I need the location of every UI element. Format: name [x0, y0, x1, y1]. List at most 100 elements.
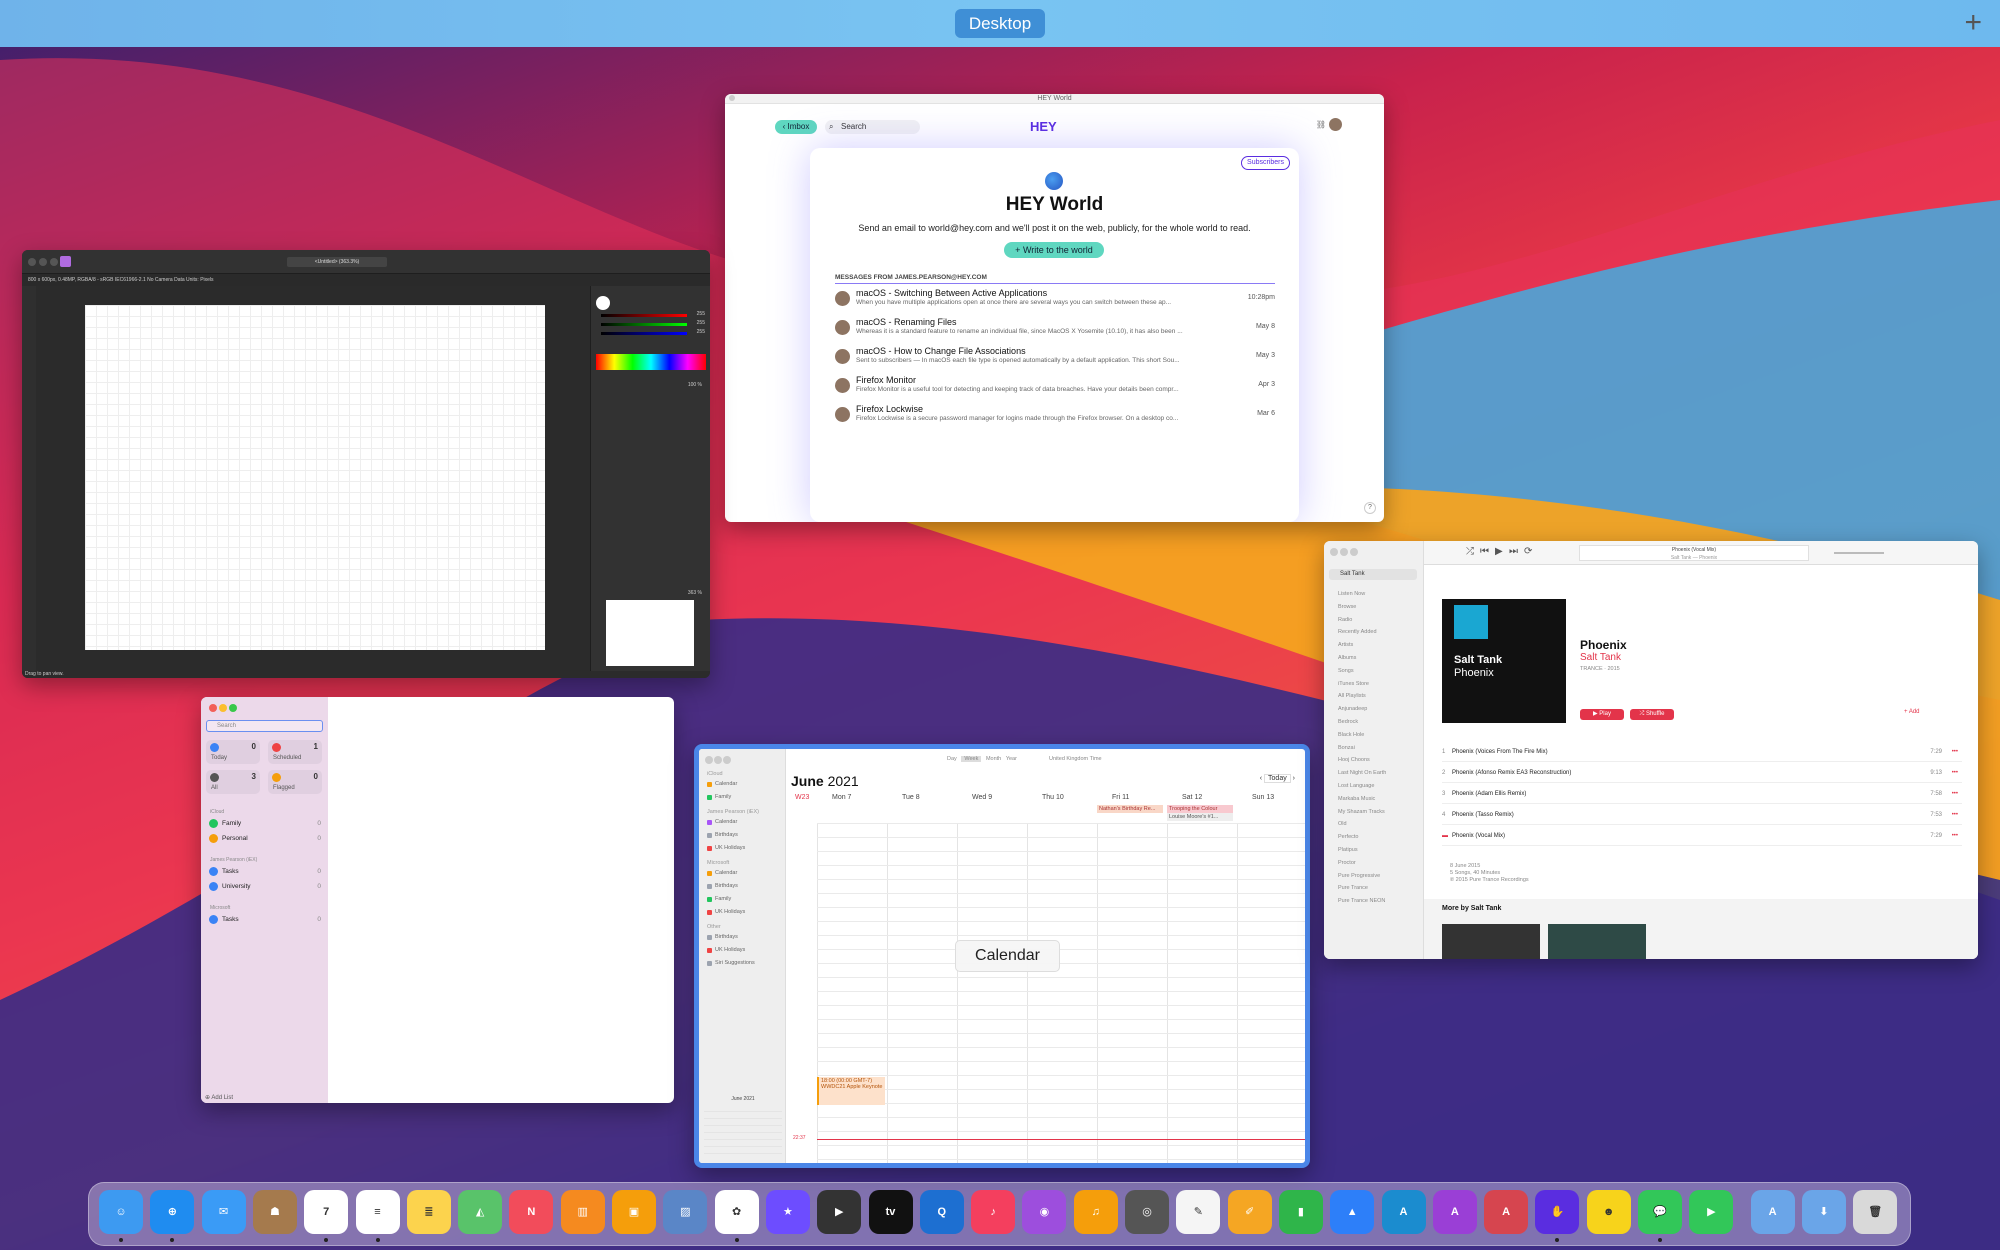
view-month[interactable]: Month: [986, 756, 1001, 762]
message-row[interactable]: Firefox Lockwise Firefox Lockwise is a se…: [835, 404, 1275, 430]
dock-podcasts-icon[interactable]: ◉: [1022, 1190, 1067, 1234]
dock-imovie-icon[interactable]: ★: [765, 1190, 810, 1234]
smart-list-flagged[interactable]: 0 Flagged: [268, 770, 322, 794]
calendar-item[interactable]: Family: [707, 794, 731, 800]
dock-pages-icon[interactable]: ✐: [1227, 1190, 1272, 1234]
calendar-item[interactable]: UK Holidays: [707, 947, 745, 953]
sidebar-item[interactable]: Bonzai: [1330, 742, 1386, 755]
imbox-button[interactable]: ‹ Imbox: [775, 120, 817, 134]
more-icon[interactable]: •••: [1952, 742, 1958, 762]
dock-books-icon[interactable]: ▥: [560, 1190, 605, 1234]
album-artwork[interactable]: Salt Tank Phoenix: [1442, 599, 1566, 723]
list-item[interactable]: Family 0: [209, 818, 321, 829]
list-item[interactable]: Personal 0: [209, 833, 321, 844]
day-header[interactable]: Tue 8: [902, 794, 920, 801]
calendar-item[interactable]: Calendar: [707, 781, 737, 787]
sidebar-item[interactable]: Pure Trance: [1330, 882, 1386, 895]
dock-keynote-reader-icon[interactable]: ▣: [612, 1190, 656, 1234]
now-playing-display[interactable]: Phoenix (Vocal Mix) Salt Tank — Phoenix: [1579, 545, 1809, 561]
dock-final-cut-pro-icon[interactable]: ▶: [817, 1190, 862, 1234]
list-item[interactable]: Tasks 0: [209, 914, 321, 925]
dock-textedit-icon[interactable]: ✎: [1176, 1190, 1221, 1234]
dock-compressor-icon[interactable]: ◎: [1125, 1190, 1169, 1234]
smart-list-today[interactable]: 0 Today: [206, 740, 260, 764]
blue-slider[interactable]: [601, 332, 687, 335]
link-icon[interactable]: ⛓: [1316, 120, 1326, 129]
avatar[interactable]: [1329, 118, 1342, 131]
calendar-item[interactable]: Calendar: [707, 819, 737, 825]
sidebar-item[interactable]: Hooj Choons: [1330, 754, 1386, 767]
navigator-preview[interactable]: [606, 600, 694, 666]
shuffle-icon[interactable]: ⤮: [1466, 546, 1474, 557]
dock-affinity-publisher-icon[interactable]: A: [1484, 1190, 1529, 1234]
shuffle-button[interactable]: ⤮ Shuffle: [1630, 709, 1674, 720]
calendar-item[interactable]: Birthdays: [707, 883, 738, 889]
smart-list-all[interactable]: 3 All: [206, 770, 260, 794]
desktop-space-label[interactable]: Desktop: [955, 9, 1045, 38]
day-header[interactable]: Mon 7: [832, 794, 851, 801]
calendar-item[interactable]: Siri Suggestions: [707, 960, 755, 966]
zoom-icon[interactable]: [723, 756, 731, 764]
mini-month-grid[interactable]: [704, 1105, 782, 1155]
affinity-photo-window[interactable]: <Untitled> (363.3%) 800 x 600px, 0.48MP,…: [22, 250, 710, 678]
dock-affinity-designer-icon[interactable]: A: [1381, 1190, 1426, 1234]
calendar-item[interactable]: Calendar: [707, 870, 737, 876]
sidebar-item[interactable]: Last Night On Earth: [1330, 767, 1386, 780]
sidebar-item[interactable]: Black Hole: [1330, 729, 1386, 742]
more-icon[interactable]: •••: [1952, 826, 1958, 846]
document-canvas[interactable]: [85, 305, 545, 650]
reminders-window[interactable]: Search 0 Today 1 Scheduled 3 All 0 Flagged i…: [201, 697, 674, 1103]
sidebar-item[interactable]: Markaba Music: [1330, 793, 1386, 806]
dock-music-icon[interactable]: ♪: [971, 1190, 1016, 1234]
timed-event[interactable]: 18:00 (00:00 GMT-7) WWDC21 Apple Keynote: [817, 1077, 885, 1105]
day-header[interactable]: Sun 13: [1252, 794, 1274, 801]
previous-icon[interactable]: ⏮: [1480, 546, 1489, 557]
today-button[interactable]: ‹ Today ›: [1260, 774, 1295, 783]
more-icon[interactable]: •••: [1952, 763, 1958, 783]
close-icon[interactable]: [705, 756, 713, 764]
table-row[interactable]: ▬ Phoenix (Vocal Mix) 7:29 •••: [1442, 826, 1962, 846]
sidebar-item[interactable]: Radio: [1330, 614, 1386, 627]
calendar-window[interactable]: iCloud Calendar Family James Pearson (iE…: [694, 744, 1310, 1168]
dock-preview-icon[interactable]: ▨: [663, 1190, 708, 1234]
day-header[interactable]: Fri 11: [1112, 794, 1129, 801]
document-title[interactable]: <Untitled> (363.3%): [287, 257, 387, 267]
sidebar-item[interactable]: My Shazam Tracks: [1330, 806, 1386, 819]
sidebar-item[interactable]: iTunes Store: [1330, 678, 1386, 691]
dock-reminders-icon[interactable]: ≡: [355, 1190, 400, 1234]
table-row[interactable]: 2 Phoenix (Afonso Remix EA3 Reconstructio…: [1442, 763, 1962, 783]
volume-slider[interactable]: [1834, 552, 1884, 554]
calendar-item[interactable]: UK Holidays: [707, 845, 745, 851]
dock-maps-icon[interactable]: ◭: [458, 1190, 503, 1234]
search-input[interactable]: Salt Tank: [1329, 569, 1417, 580]
next-icon[interactable]: ⏭: [1509, 546, 1518, 557]
sidebar-item[interactable]: Pure Trance NEON: [1330, 895, 1386, 908]
message-row[interactable]: macOS - Switching Between Active Applica…: [835, 288, 1275, 314]
repeat-icon[interactable]: ⟳: [1524, 546, 1532, 557]
more-icon[interactable]: •••: [1952, 805, 1958, 825]
sidebar-item[interactable]: Anjunadeep: [1330, 703, 1386, 716]
dock-hey-icon[interactable]: ✋: [1535, 1190, 1580, 1234]
view-day[interactable]: Day: [947, 756, 957, 762]
mini-month-calendar[interactable]: June 2021: [704, 1096, 782, 1155]
add-space-button[interactable]: +: [1964, 6, 1982, 40]
dock-news-icon[interactable]: N: [509, 1190, 554, 1234]
hey-search-field[interactable]: ⌕ Search: [825, 120, 920, 134]
allday-event[interactable]: Trooping the Colour: [1167, 805, 1233, 813]
view-week[interactable]: Week: [961, 756, 982, 762]
minimize-icon[interactable]: [1340, 548, 1348, 556]
dock-keynote-icon[interactable]: ▲: [1330, 1190, 1375, 1234]
music-window[interactable]: Salt Tank Listen Now Browse Radio Recently …: [1324, 541, 1978, 959]
message-row[interactable]: macOS - Renaming Files Whereas it is a st…: [835, 317, 1275, 343]
message-row[interactable]: Firefox Monitor Firefox Monitor is a usef…: [835, 375, 1275, 401]
dock-apple-tv-icon[interactable]: tv: [868, 1190, 913, 1234]
hey-logo[interactable]: HEY: [1030, 119, 1057, 134]
dock-applications-icon[interactable]: A: [1750, 1190, 1795, 1234]
close-icon[interactable]: [209, 704, 217, 712]
dock-basecamp-icon[interactable]: ☻: [1586, 1190, 1631, 1234]
dock-downloads-icon[interactable]: ⬇: [1801, 1190, 1846, 1234]
sidebar-item[interactable]: Artists: [1330, 639, 1386, 652]
hey-window[interactable]: HEY World ‹ Imbox ⌕ Search HEY ⛓ Subscrib…: [725, 94, 1384, 522]
view-year[interactable]: Year: [1006, 756, 1017, 762]
zoom-icon[interactable]: [229, 704, 237, 712]
